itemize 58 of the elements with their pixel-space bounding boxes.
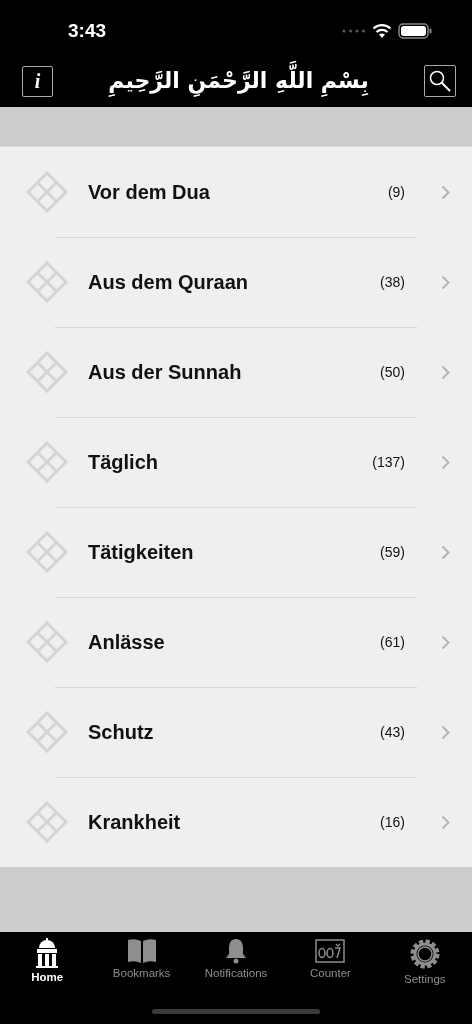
wifi-icon	[372, 23, 392, 38]
category-count: (16)	[380, 814, 405, 830]
gear-icon	[408, 938, 441, 970]
chevron-icon	[441, 274, 450, 290]
tab-item[interactable]: Bookmarks	[94, 932, 189, 1024]
category-name: Schutz	[88, 720, 155, 744]
chevron-icon	[441, 724, 450, 740]
diamond-icon	[26, 711, 68, 753]
category-name: Tätigkeiten	[88, 540, 195, 564]
chevron-icon	[441, 634, 450, 650]
category-name: Vor dem Dua	[88, 180, 211, 204]
category-name: Aus dem Quraan	[88, 270, 250, 294]
cellular-signal-icon	[342, 28, 366, 33]
category-name: Anlässe	[88, 630, 166, 654]
category-row[interactable]: Täglich (137)	[0, 417, 472, 507]
chevron-icon	[441, 454, 450, 470]
diamond-icon	[26, 801, 68, 843]
category-row[interactable]: Tätigkeiten (59)	[0, 507, 472, 597]
diamond-icon	[26, 531, 68, 573]
category-name: Krankheit	[88, 810, 182, 834]
category-row[interactable]: Aus dem Quraan (38)	[0, 237, 472, 327]
tab-item[interactable]: Settings	[377, 932, 472, 1024]
category-name: Täglich	[88, 450, 159, 474]
tab-item[interactable]: Counter	[283, 932, 378, 1024]
category-row[interactable]: Aus der Sunnah (50)	[0, 327, 472, 417]
diamond-icon	[26, 171, 68, 213]
book-icon	[126, 938, 157, 964]
diamond-icon	[26, 261, 68, 303]
diamond-icon	[26, 441, 68, 483]
category-count: (137)	[372, 454, 405, 470]
category-count: (50)	[380, 364, 405, 380]
category-name: Aus der Sunnah	[88, 360, 243, 384]
search-icon	[428, 69, 452, 93]
category-row[interactable]: Vor dem Dua (9)	[0, 147, 472, 237]
tab-item[interactable]: Notifications	[188, 932, 284, 1024]
tab-item[interactable]: Home	[0, 932, 95, 1024]
diamond-icon	[26, 621, 68, 663]
info-button[interactable]: i	[22, 65, 53, 97]
status-time: 3:43	[68, 18, 107, 42]
category-row[interactable]: Krankheit (16)	[0, 777, 472, 867]
chevron-icon	[441, 814, 450, 830]
building-icon	[35, 938, 60, 968]
category-count: (59)	[380, 544, 405, 560]
bell-icon	[225, 938, 247, 964]
category-count: (43)	[380, 724, 405, 740]
category-row[interactable]: Anlässe (61)	[0, 597, 472, 687]
category-count: (61)	[380, 634, 405, 650]
category-count: (9)	[387, 184, 405, 200]
category-row[interactable]: Schutz (43)	[0, 687, 472, 777]
chevron-icon	[441, 544, 450, 560]
battery-icon	[398, 22, 432, 39]
chevron-icon	[441, 184, 450, 200]
search-button[interactable]	[424, 65, 456, 97]
header-title: بِسْمِ اللَّهِ الرَّحْمَنِ الرَّحِيمِ	[104, 56, 373, 106]
chevron-icon	[441, 364, 450, 380]
counter-icon	[315, 938, 346, 964]
category-count: (38)	[380, 274, 405, 290]
diamond-icon	[26, 351, 68, 393]
